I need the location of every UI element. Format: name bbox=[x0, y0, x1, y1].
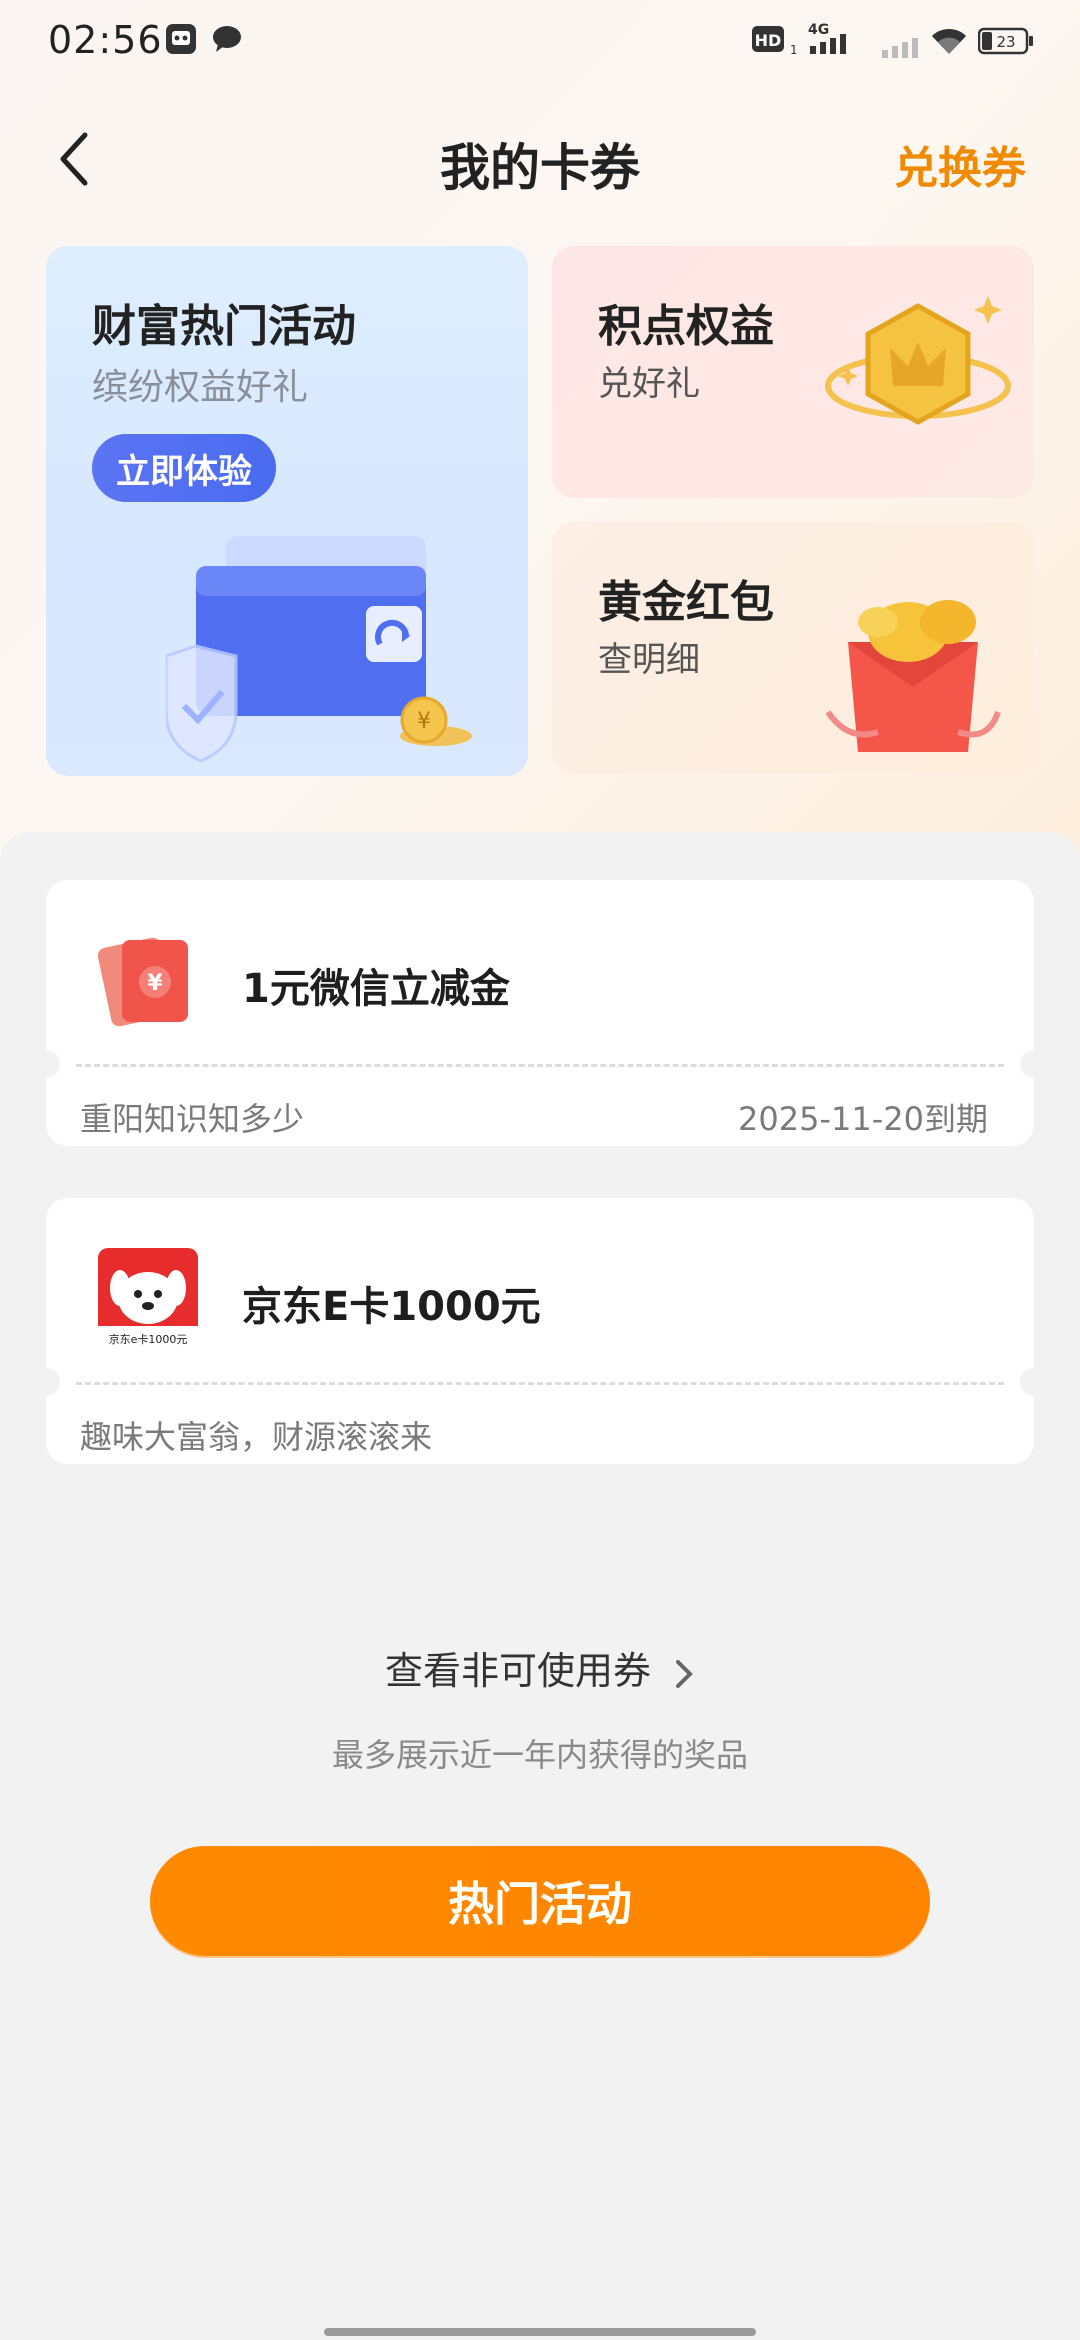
coupon-name: 1元微信立减金 bbox=[242, 966, 510, 1012]
points-benefit-card[interactable]: 积点权益 兑好礼 bbox=[552, 246, 1034, 498]
try-now-button[interactable]: 立即体验 bbox=[92, 434, 276, 502]
signal-icon: 4G bbox=[806, 20, 858, 62]
svg-text:HD: HD bbox=[755, 31, 782, 50]
coupon-source: 趣味大富翁，财源滚滚来 bbox=[80, 1418, 433, 1456]
coupon-expiry: 2025-11-20到期 bbox=[738, 1100, 988, 1138]
display-limit-note: 最多展示近一年内获得的奖品 bbox=[331, 1736, 748, 1774]
gold-crown-medal-icon bbox=[825, 296, 1011, 425]
coupon-notch-left bbox=[46, 1368, 60, 1396]
view-unusable-coupons-label: 查看非可使用券 bbox=[384, 1649, 651, 1693]
coupon-card-wechat[interactable]: ¥ 1元微信立减金 重阳知识知多少 2025-11-20到期 bbox=[46, 880, 1034, 1146]
view-unusable-coupons-link[interactable]: 查看非可使用券 bbox=[0, 1640, 1080, 1695]
coupon-divider bbox=[76, 1064, 1004, 1067]
wifi-icon bbox=[928, 24, 970, 62]
gold-red-packet-title: 黄金红包 bbox=[598, 577, 774, 628]
coupon-divider bbox=[76, 1382, 1004, 1385]
chat-notification-icon bbox=[210, 22, 244, 60]
coupon-notch-right bbox=[1020, 1368, 1034, 1396]
signal-2-icon bbox=[880, 26, 920, 64]
gold-red-packet-subtitle: 查明细 bbox=[598, 640, 700, 680]
points-benefit-subtitle: 兑好礼 bbox=[598, 364, 700, 404]
red-packet-gold-icon bbox=[825, 600, 1001, 752]
app-notification-icon bbox=[164, 22, 198, 60]
svg-text:京东e卡1000元: 京东e卡1000元 bbox=[109, 1332, 188, 1346]
svg-text:4G: 4G bbox=[808, 22, 829, 38]
coupon-notch-left bbox=[46, 1050, 60, 1078]
points-benefit-title: 积点权益 bbox=[598, 301, 774, 352]
coupon-source: 重阳知识知多少 bbox=[80, 1100, 305, 1138]
wealth-activity-subtitle: 缤纷权益好礼 bbox=[92, 367, 309, 408]
wealth-activity-title: 财富热门活动 bbox=[92, 301, 356, 352]
coupon-card-jd[interactable]: 京东e卡1000元 京东E卡1000元 趣味大富翁，财源滚滚来 bbox=[46, 1198, 1034, 1464]
status-time: 02:56 bbox=[48, 18, 163, 62]
battery-icon: 23 bbox=[977, 26, 1034, 60]
coupon-notch-right bbox=[1020, 1050, 1034, 1078]
jd-dog-icon: 京东e卡1000元 bbox=[98, 1248, 198, 1348]
wallet-shield-illustration: ¥ bbox=[166, 536, 472, 763]
svg-text:¥: ¥ bbox=[417, 709, 431, 734]
svg-text:1: 1 bbox=[790, 43, 796, 57]
gold-red-packet-card[interactable]: 黄金红包 查明细 bbox=[552, 522, 1034, 774]
home-indicator[interactable] bbox=[324, 2328, 756, 2336]
red-envelope-icon: ¥ bbox=[98, 937, 188, 1027]
hot-activity-button[interactable]: 热门活动 bbox=[150, 1846, 930, 1956]
status-bar: 02:56 HD 1 4G 23 bbox=[0, 0, 1080, 84]
svg-text:¥: ¥ bbox=[147, 971, 163, 996]
chevron-right-icon bbox=[676, 1659, 693, 1688]
wealth-activity-card[interactable]: 财富热门活动 缤纷权益好礼 立即体验 ¥ bbox=[46, 246, 528, 776]
redeem-coupon-link[interactable]: 兑换券 bbox=[894, 132, 1026, 196]
hd-icon: HD 1 bbox=[752, 24, 798, 62]
coupon-name: 京东E卡1000元 bbox=[242, 1284, 541, 1330]
nav-header: 我的卡券 兑换券 bbox=[0, 110, 1080, 210]
svg-text:23: 23 bbox=[996, 33, 1015, 51]
